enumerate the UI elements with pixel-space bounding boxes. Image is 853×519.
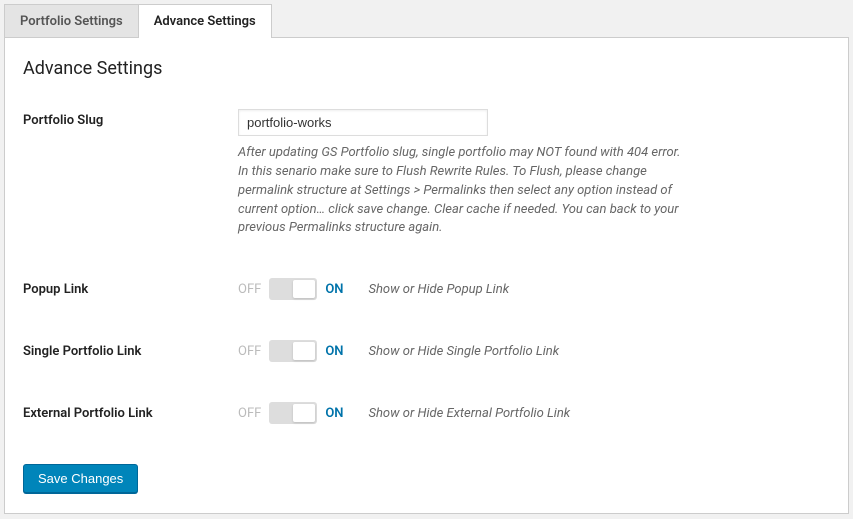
- label-single-portfolio-link: Single Portfolio Link: [23, 344, 238, 359]
- off-label: OFF: [238, 282, 261, 297]
- toggle-knob: [293, 404, 315, 422]
- submit-row: Save Changes: [23, 464, 830, 493]
- single-portfolio-link-toggle[interactable]: [269, 340, 317, 362]
- label-popup-link: Popup Link: [23, 282, 238, 297]
- toggle-knob: [293, 280, 315, 298]
- settings-panel: Advance Settings Portfolio Slug After up…: [4, 37, 849, 514]
- label-external-portfolio-link: External Portfolio Link: [23, 406, 238, 421]
- label-portfolio-slug: Portfolio Slug: [23, 109, 238, 128]
- toggle-knob: [293, 342, 315, 360]
- row-portfolio-slug: Portfolio Slug After updating GS Portfol…: [23, 109, 830, 238]
- page-title: Advance Settings: [23, 58, 830, 79]
- settings-tabs: Portfolio Settings Advance Settings: [0, 0, 853, 38]
- popup-link-desc: Show or Hide Popup Link: [369, 282, 510, 297]
- row-popup-link: Popup Link OFF ON Show or Hide Popup Lin…: [23, 278, 830, 300]
- off-label: OFF: [238, 344, 261, 359]
- row-single-portfolio-link: Single Portfolio Link OFF ON Show or Hid…: [23, 340, 830, 362]
- tab-advance-settings[interactable]: Advance Settings: [138, 4, 272, 38]
- save-changes-button[interactable]: Save Changes: [23, 464, 138, 493]
- off-label: OFF: [238, 406, 261, 421]
- on-label: ON: [325, 282, 343, 297]
- on-label: ON: [325, 344, 343, 359]
- row-external-portfolio-link: External Portfolio Link OFF ON Show or H…: [23, 402, 830, 424]
- portfolio-slug-help: After updating GS Portfolio slug, single…: [238, 144, 688, 238]
- single-portfolio-link-desc: Show or Hide Single Portfolio Link: [369, 344, 560, 359]
- portfolio-slug-input[interactable]: [238, 109, 488, 136]
- popup-link-toggle[interactable]: [269, 278, 317, 300]
- tab-portfolio-settings[interactable]: Portfolio Settings: [4, 4, 139, 38]
- external-portfolio-link-desc: Show or Hide External Portfolio Link: [369, 406, 571, 421]
- external-portfolio-link-toggle[interactable]: [269, 402, 317, 424]
- on-label: ON: [325, 406, 343, 421]
